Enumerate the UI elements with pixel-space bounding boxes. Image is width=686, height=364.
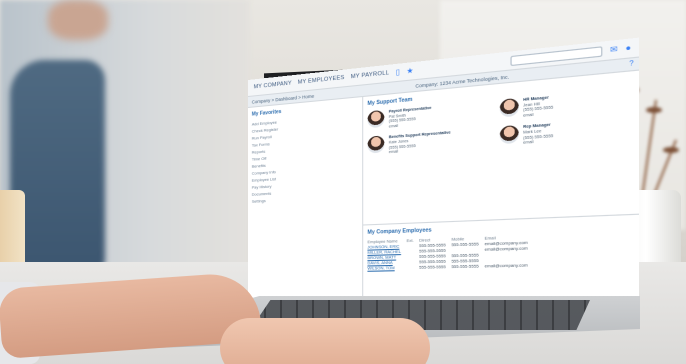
member-info: Payroll Representative Pat Smith (555) 5… [389,106,432,129]
user-icon[interactable]: ● [626,44,632,53]
member-info: Rep Manager Mark Lee (555) 555-5555 emai… [523,123,553,146]
main-content: My Support Team Payroll Representative P… [363,70,640,310]
avatar [499,125,519,145]
team-member: Benefits Support Representative Kate Jon… [367,128,487,157]
background-person-head [48,0,108,40]
help-icon[interactable]: ? [629,61,633,69]
right-hand [220,318,430,364]
nav-company[interactable]: MY COMPANY [254,80,292,90]
employees-panel: My Company Employees Employee Name Ext. … [363,214,640,310]
employees-table: Employee Name Ext. Direct Mobile Email J… [367,235,533,272]
employee-email[interactable]: email@company.com [485,263,534,270]
member-info: HR Manager Jean Hill (555) 555-5555 emai… [523,95,553,118]
employee-ext [406,265,419,271]
member-info: Benefits Support Representative Kate Jon… [389,131,451,155]
employee-direct: 555-555-5555 [419,264,446,270]
photo-scene: MY COMPANY MY EMPLOYEES MY PAYROLL ▯ ★ ✉… [0,0,686,364]
mail-icon[interactable]: ✉ [610,45,618,54]
avatar [367,135,385,154]
member-email[interactable]: email [523,138,553,145]
favorites-sidebar: My Favorites Add Employee Check Register… [248,96,364,310]
nav-employees[interactable]: MY EMPLOYEES [298,75,345,86]
nav-payroll[interactable]: MY PAYROLL [351,70,389,80]
employee-mobile: 555-555-5555 [451,264,479,270]
app-body: My Favorites Add Employee Check Register… [248,70,640,310]
avatar [367,109,385,129]
document-icon[interactable]: ▯ [396,68,400,76]
laptop-screen: MY COMPANY MY EMPLOYEES MY PAYROLL ▯ ★ ✉… [248,37,640,310]
employee-name[interactable]: WILSON, TOM [367,266,406,272]
team-member: Rep Manager Mark Lee (555) 555-5555 emai… [499,116,634,147]
support-team-panel: My Support Team Payroll Representative P… [363,70,640,226]
avatar [499,97,519,118]
star-icon[interactable]: ★ [406,67,413,75]
